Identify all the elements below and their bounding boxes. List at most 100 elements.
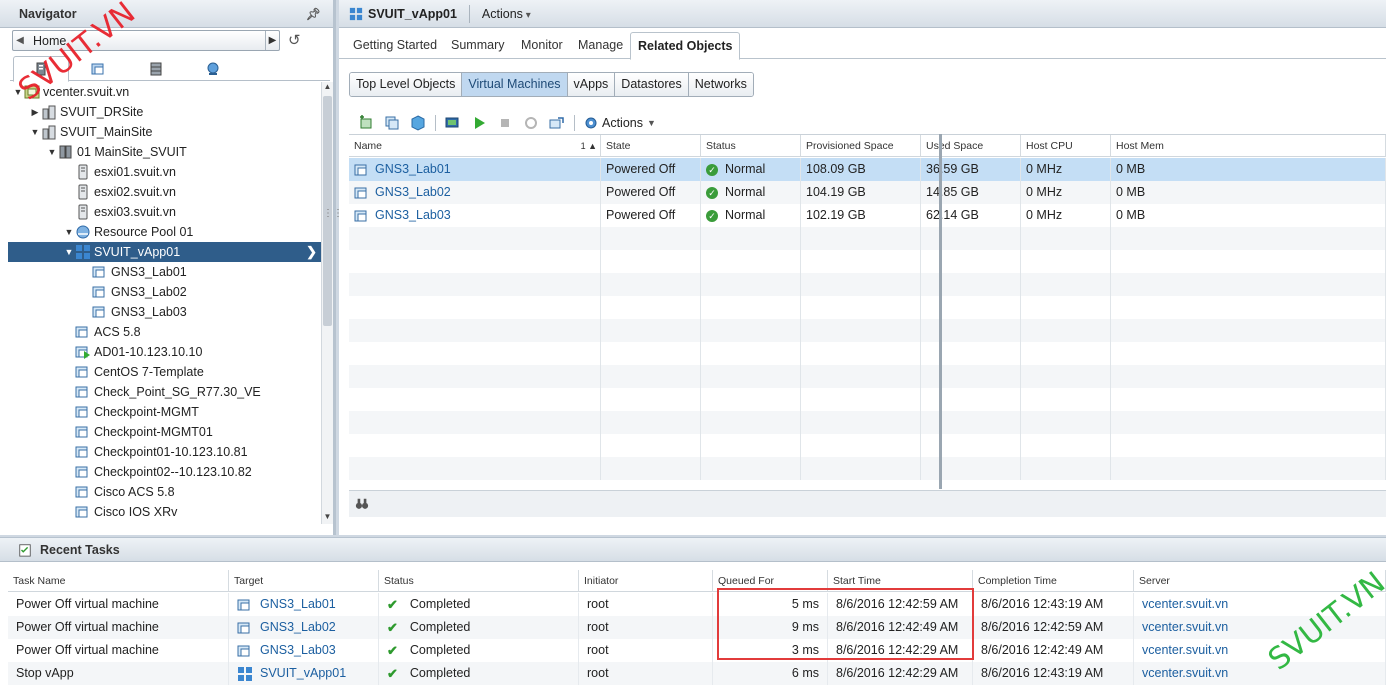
frozen-column-divider[interactable] [939,134,942,489]
hosts-clusters-tab[interactable] [13,56,69,82]
task-column-task-name[interactable]: Task Name [8,570,229,592]
tree-node[interactable]: Check_Point_SG_R77.30_VE [8,382,321,402]
tree-node[interactable]: CentOS 7-Template [8,362,321,382]
task-cell-text[interactable]: GNS3_Lab03 [260,639,336,662]
column-header-host-mem[interactable]: Host Mem [1111,135,1386,157]
cell-text[interactable]: GNS3_Lab02 [375,181,451,204]
task-cell-text[interactable]: vcenter.svuit.vn [1142,593,1228,616]
task-column-server[interactable]: Server [1134,570,1386,592]
pin-icon[interactable]: 📌︎ [306,7,321,21]
subtab-top-level-objects[interactable]: Top Level Objects [350,73,463,96]
table-row[interactable]: GNS3_Lab02 Powered Off ✓ Normal 104.19 GB 14.… [349,181,1386,204]
migrate-button[interactable] [544,112,570,134]
vms-templates-icon [91,63,104,74]
tree-node[interactable]: ACS 5.8 [8,322,321,342]
networking-tab[interactable] [185,56,241,81]
tree-node[interactable]: Checkpoint02--10.123.10.82 [8,462,321,482]
tree-node[interactable]: GNS3_Lab02 [8,282,321,302]
tab-monitor[interactable]: Monitor [514,36,570,58]
tab-related-objects[interactable]: Related Objects [630,32,741,60]
expand-closed-icon[interactable]: ▶ [29,107,41,118]
tree-node[interactable]: ▼ SVUIT_MainSite [8,122,321,142]
power-on-button[interactable] [466,112,492,134]
tree-node[interactable]: ▼ 01 MainSite_SVUIT [8,142,321,162]
toolbar-divider [574,115,575,131]
binoculars-icon[interactable] [355,497,369,511]
task-row[interactable]: Power Off virtual machine GNS3_Lab01 ✔ Comp… [8,593,1386,616]
tree-node[interactable]: esxi01.svuit.vn [8,162,321,182]
object-actions-menu[interactable]: Actions [482,7,531,21]
task-cell-text[interactable]: vcenter.svuit.vn [1142,616,1228,639]
task-row[interactable]: Power Off virtual machine GNS3_Lab02 ✔ Comp… [8,616,1386,639]
expand-open-icon[interactable]: ▼ [46,147,58,157]
tree-node[interactable]: Checkpoint01-10.123.10.81 [8,442,321,462]
reset-button[interactable] [518,112,544,134]
task-cell-text[interactable]: vcenter.svuit.vn [1142,662,1228,685]
home-breadcrumb[interactable]: ◀ Home ▶ [12,30,280,51]
empty-cell [1111,411,1386,434]
tab-summary[interactable]: Summary [444,36,511,58]
empty-cell [601,388,701,411]
tree-node[interactable]: ▼ vcenter.svuit.vn [8,82,321,102]
vms-templates-tab[interactable] [70,56,126,81]
task-row[interactable]: Stop vApp SVUIT_vApp01 ✔ Completed root 6 ms 8… [8,662,1386,685]
task-row[interactable]: Power Off virtual machine GNS3_Lab03 ✔ Comp… [8,639,1386,662]
subtab-virtual-machines[interactable]: Virtual Machines [462,73,568,96]
task-cell-text[interactable]: vcenter.svuit.vn [1142,639,1228,662]
subtab-vapps[interactable]: vApps [567,73,616,96]
deploy-ovf-button[interactable] [405,112,431,134]
scroll-down-icon[interactable]: ▼ [322,512,333,524]
back-arrow-icon[interactable]: ◀ [13,35,27,46]
new-vm-button[interactable] [353,112,379,134]
power-off-button[interactable] [492,112,518,134]
tab-getting-started[interactable]: Getting Started [346,36,444,58]
history-icon[interactable]: ↺ [288,31,301,49]
clone-vm-button[interactable] [379,112,405,134]
expand-open-icon[interactable]: ▼ [63,247,75,257]
table-row[interactable]: GNS3_Lab03 Powered Off ✓ Normal 102.19 GB 62.… [349,204,1386,227]
tree-node[interactable]: ▼ Resource Pool 01 [8,222,321,242]
tab-manage[interactable]: Manage [571,36,630,58]
subtab-networks[interactable]: Networks [688,73,753,96]
tree-node[interactable]: ▼ SVUIT_vApp01 ❯ [8,242,321,262]
tree-node[interactable]: GNS3_Lab03 [8,302,321,322]
cell-text[interactable]: GNS3_Lab01 [375,158,451,181]
subtab-datastores[interactable]: Datastores [615,73,689,96]
tree-node[interactable]: Checkpoint-MGMT01 [8,422,321,442]
chevron-right-icon[interactable]: ❯ [306,244,317,260]
task-column-target[interactable]: Target [229,570,379,592]
task-column-completion-time[interactable]: Completion Time [973,570,1134,592]
tree-node[interactable]: Checkpoint-MGMT [8,402,321,422]
scroll-up-icon[interactable]: ▲ [322,82,333,94]
tree-node[interactable]: AD01-10.123.10.10 [8,342,321,362]
task-cell-text[interactable]: SVUIT_vApp01 [260,662,346,685]
expand-open-icon[interactable]: ▼ [63,227,75,237]
forward-arrow-icon[interactable]: ▶ [265,31,279,50]
tree-node[interactable]: Cisco ACS 5.8 [8,482,321,502]
tree-node[interactable]: GNS3_Lab01 [8,262,321,282]
column-header-used-space[interactable]: Used Space [921,135,1021,157]
column-header-status[interactable]: Status [701,135,801,157]
table-row[interactable]: GNS3_Lab01 Powered Off ✓ Normal 108.09 GB 36.… [349,158,1386,181]
tree-node[interactable]: esxi03.svuit.vn [8,202,321,222]
expand-open-icon[interactable]: ▼ [12,87,24,97]
column-header-name[interactable]: Name 1 ▲ [349,135,601,157]
open-console-button[interactable] [440,112,466,134]
column-header-state[interactable]: State [601,135,701,157]
task-cell-text[interactable]: GNS3_Lab02 [260,616,336,639]
storage-tab[interactable] [128,56,184,81]
tree-node[interactable]: esxi02.svuit.vn [8,182,321,202]
task-column-status[interactable]: Status [379,570,579,592]
tree-node[interactable]: Cisco IOS XRv [8,502,321,522]
toolbar-actions-menu[interactable]: Actions ▼ [583,115,656,131]
cell-text: 108.09 GB [806,162,866,176]
cell-text[interactable]: GNS3_Lab03 [375,204,451,227]
task-column-initiator[interactable]: Initiator [579,570,713,592]
column-header-host-cpu[interactable]: Host CPU [1021,135,1111,157]
task-cell-text[interactable]: GNS3_Lab01 [260,593,336,616]
tree-node[interactable]: ▶ SVUIT_DRSite [8,102,321,122]
column-header-provisioned-space[interactable]: Provisioned Space [801,135,921,157]
expand-open-icon[interactable]: ▼ [29,127,41,137]
tree-scrollbar[interactable]: ▲ ▼ [321,82,333,524]
empty-cell [349,388,601,411]
